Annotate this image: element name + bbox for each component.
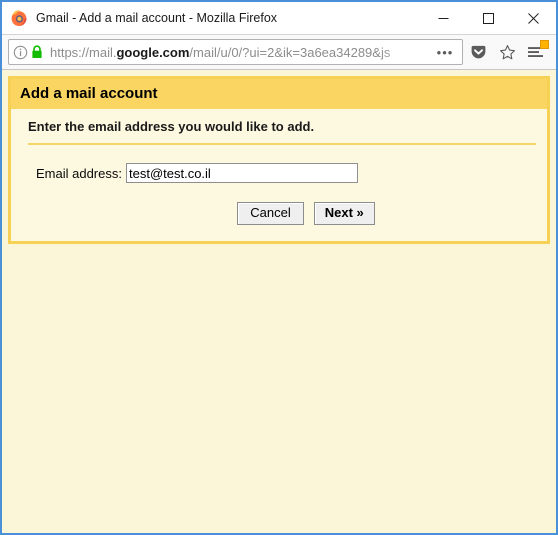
page-content: Add a mail account Enter the email addre… [2, 70, 556, 533]
url-path: /mail/u/0/?ui=2&ik=3a6ea34289&js [189, 44, 391, 60]
title-bar: Gmail - Add a mail account - Mozilla Fir… [2, 2, 556, 35]
minimize-button[interactable] [421, 3, 466, 34]
window-title: Gmail - Add a mail account - Mozilla Fir… [36, 11, 278, 25]
info-circle-icon[interactable] [13, 45, 28, 60]
page-actions-icon[interactable]: ••• [432, 40, 458, 64]
dialog-subtitle: Enter the email address you would like t… [28, 119, 315, 134]
cancel-button[interactable]: Cancel [237, 202, 304, 226]
pocket-icon[interactable] [464, 38, 492, 66]
update-available-badge [540, 40, 549, 49]
email-field-row: Email address: [20, 145, 538, 183]
email-address-input[interactable] [125, 163, 358, 183]
next-button[interactable]: Next » [313, 202, 375, 226]
window-controls [421, 2, 556, 34]
maximize-button[interactable] [466, 3, 511, 34]
dialog-body: Enter the email address you would like t… [11, 109, 547, 242]
green-padlock-icon[interactable] [31, 45, 43, 59]
add-mail-account-dialog: Add a mail account Enter the email addre… [8, 76, 550, 245]
dialog-title: Add a mail account [11, 79, 547, 109]
url-text[interactable]: https://mail.google.com/mail/u/0/?ui=2&i… [50, 45, 432, 60]
browser-window: Gmail - Add a mail account - Mozilla Fir… [0, 0, 558, 535]
navigation-toolbar: https://mail.google.com/mail/u/0/?ui=2&i… [2, 35, 556, 70]
star-bookmark-icon[interactable] [493, 38, 521, 66]
close-button[interactable] [511, 3, 556, 34]
url-bar[interactable]: https://mail.google.com/mail/u/0/?ui=2&i… [8, 39, 463, 65]
email-field-label: Email address: [36, 165, 122, 181]
firefox-logo-icon [10, 9, 28, 27]
url-scheme: https://mail. [50, 44, 117, 60]
dialog-button-row: Cancel Next » [20, 183, 538, 231]
hamburger-menu-icon[interactable] [522, 38, 550, 66]
url-domain: google.com [116, 44, 190, 60]
